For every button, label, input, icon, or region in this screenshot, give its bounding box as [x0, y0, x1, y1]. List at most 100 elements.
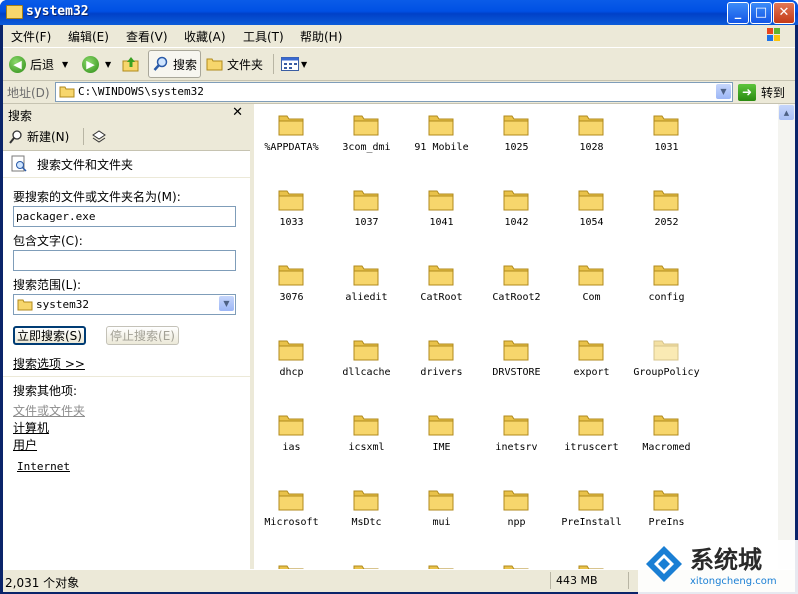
menu-favorites[interactable]: 收藏(A) [184, 28, 226, 45]
folder-item[interactable]: MsDtc [329, 481, 404, 551]
search-options-link[interactable]: 搜索选项 >> [13, 355, 85, 372]
folder-item[interactable]: CatRoot2 [479, 256, 554, 326]
menu-view[interactable]: 查看(V) [126, 28, 168, 45]
name-field-label: 要搜索的文件或文件夹名为(M): [13, 190, 181, 204]
folder-item[interactable]: 2052 [629, 181, 704, 251]
scroll-up-icon[interactable]: ▲ [779, 105, 794, 120]
back-button[interactable]: ◀ 后退 ▼ [9, 52, 68, 76]
folder-icon [578, 337, 604, 361]
folders-label: 文件夹 [227, 57, 264, 72]
folders-button[interactable]: 文件夹 [206, 52, 263, 76]
up-folder-button[interactable] [122, 52, 140, 76]
folder-icon [278, 487, 304, 511]
folder-item[interactable]: drivers [404, 331, 479, 401]
folder-item[interactable]: npp [479, 481, 554, 551]
address-input[interactable]: C:\WINDOWS\system32 ▼ [55, 82, 733, 102]
folder-item[interactable]: export [554, 331, 629, 401]
folder-item[interactable]: GroupPolicy [629, 331, 704, 401]
search-button[interactable]: 搜索 [148, 50, 201, 78]
folder-label: 1031 [654, 142, 679, 153]
search-computers-link[interactable]: 计算机 [13, 419, 49, 436]
folder-item[interactable]: mui [404, 481, 479, 551]
stop-search-button[interactable]: 停止搜索(E) [106, 326, 179, 345]
folder-icon [503, 337, 529, 361]
folder-item[interactable]: 91 Mobile [404, 106, 479, 176]
dropdown-arrow-icon[interactable]: ▼ [105, 60, 111, 69]
title-bar[interactable]: system32 _ □ ✕ [0, 0, 798, 25]
folder-item[interactable]: 1031 [629, 106, 704, 176]
folder-label: config [648, 292, 685, 303]
folder-item[interactable]: 1028 [554, 106, 629, 176]
folder-item[interactable]: ias [254, 406, 329, 476]
window-title: system32 [26, 4, 89, 19]
folder-item[interactable]: PreInstall [554, 481, 629, 551]
folder-item[interactable]: 1025 [479, 106, 554, 176]
folder-item[interactable]: 3076 [254, 256, 329, 326]
folder-item[interactable]: 1054 [554, 181, 629, 251]
search-pane-title: 搜索 [8, 109, 33, 123]
go-button[interactable]: ➜ 转到 [738, 82, 785, 102]
scope-select[interactable]: system32 ▼ [13, 294, 236, 315]
folder-item[interactable]: inetsrv [479, 406, 554, 476]
folder-label: 1025 [504, 142, 529, 153]
folder-item[interactable]: icsxml [329, 406, 404, 476]
folder-item[interactable]: %APPDATA% [254, 106, 329, 176]
folder-item[interactable]: 1033 [254, 181, 329, 251]
filename-input[interactable]: packager.exe [13, 206, 236, 227]
folder-item[interactable]: aliedit [329, 256, 404, 326]
folder-icon[interactable] [428, 562, 454, 569]
chevron-down-icon[interactable]: ▼ [716, 84, 731, 99]
dropdown-arrow-icon[interactable]: ▼ [62, 60, 68, 69]
folder-item[interactable]: CatRoot [404, 256, 479, 326]
close-button[interactable]: ✕ [773, 2, 795, 24]
views-button[interactable]: ▼ [281, 52, 307, 76]
chevron-down-icon[interactable]: ▼ [219, 296, 234, 311]
new-search-button[interactable]: 新建(N) [8, 128, 69, 145]
menu-tools[interactable]: 工具(T) [243, 28, 284, 45]
folder-label: mui [432, 517, 451, 528]
folder-icon[interactable] [353, 562, 379, 569]
go-arrow-icon: ➜ [738, 83, 756, 101]
folder-icon[interactable] [278, 562, 304, 569]
file-list: %APPDATA% 3com_dmi 91 Mobile 1025 1028 1031 10… [254, 104, 778, 569]
contains-text-input[interactable] [13, 250, 236, 271]
back-label: 后退 [30, 57, 55, 72]
folder-label: 1042 [504, 217, 529, 228]
folder-item[interactable]: dllcache [329, 331, 404, 401]
search-internet-link[interactable]: Internet [17, 460, 70, 473]
menu-file[interactable]: 文件(F) [11, 28, 51, 45]
folder-item[interactable]: IME [404, 406, 479, 476]
menu-help[interactable]: 帮助(H) [300, 28, 342, 45]
folder-item[interactable]: DRVSTORE [479, 331, 554, 401]
close-icon[interactable]: ✕ [232, 105, 243, 120]
folder-icon[interactable] [578, 562, 604, 569]
folder-label: npp [507, 517, 526, 528]
menu-edit[interactable]: 编辑(E) [68, 28, 109, 45]
folder-label: 1041 [429, 217, 454, 228]
watermark-brand: 系统城 [690, 546, 762, 574]
watermark-logo-icon [646, 546, 682, 582]
minimize-button[interactable]: _ [727, 2, 749, 24]
folder-item[interactable]: 1042 [479, 181, 554, 251]
search-people-link[interactable]: 用户 [13, 436, 37, 453]
folder-item[interactable]: itruscert [554, 406, 629, 476]
folder-item[interactable]: 1041 [404, 181, 479, 251]
maximize-button[interactable]: □ [750, 2, 772, 24]
folder-label: icsxml [348, 442, 385, 453]
folder-item[interactable]: Macromed [629, 406, 704, 476]
forward-button[interactable]: ▶ ▼ [82, 52, 111, 76]
search-files-folders-link[interactable]: 文件或文件夹 [13, 402, 85, 419]
back-arrow-icon: ◀ [9, 55, 26, 73]
folder-item[interactable]: config [629, 256, 704, 326]
vertical-scrollbar[interactable]: ▲ [778, 104, 795, 569]
folder-icon [653, 337, 679, 361]
history-icon[interactable] [91, 129, 107, 145]
views-icon [281, 57, 299, 71]
folder-icon[interactable] [503, 562, 529, 569]
folder-item[interactable]: 1037 [329, 181, 404, 251]
folder-item[interactable]: Microsoft [254, 481, 329, 551]
search-now-button[interactable]: 立即搜索(S) [13, 326, 86, 345]
folder-item[interactable]: 3com_dmi [329, 106, 404, 176]
folder-item[interactable]: dhcp [254, 331, 329, 401]
folder-item[interactable]: Com [554, 256, 629, 326]
